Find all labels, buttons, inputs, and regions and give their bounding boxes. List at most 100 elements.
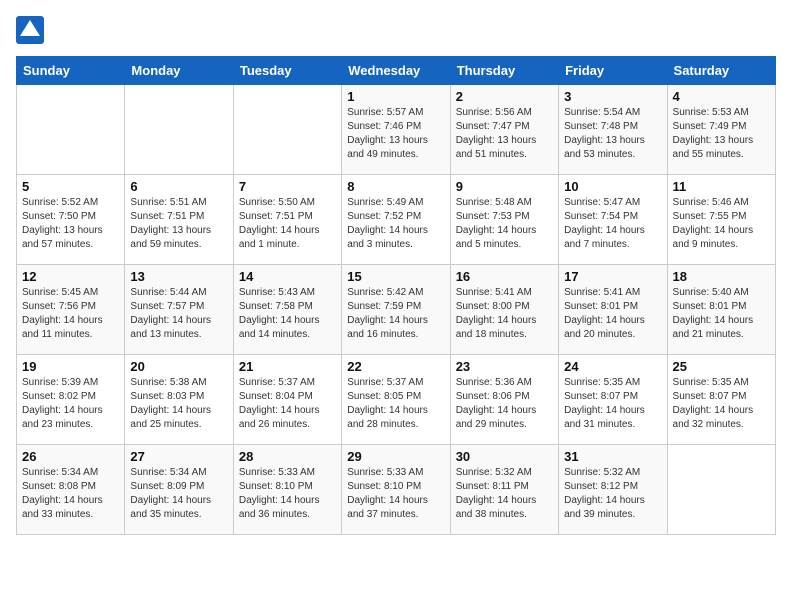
day-number: 30 — [456, 449, 553, 464]
calendar-cell: 31 Sunrise: 5:32 AM Sunset: 8:12 PM Dayli… — [559, 445, 667, 535]
day-info: Sunrise: 5:42 AM Sunset: 7:59 PM Dayligh… — [347, 286, 444, 342]
day-info: Sunrise: 5:50 AM Sunset: 7:51 PM Dayligh… — [239, 196, 336, 252]
day-number: 15 — [347, 269, 444, 284]
calendar-cell: 24Sunrise: 5:35 AM Sunset: 8:07 PM Dayli… — [559, 355, 667, 445]
day-number: 13 — [130, 269, 227, 284]
day-info: Sunrise: 5:35 AM Sunset: 8:07 PM Dayligh… — [673, 376, 770, 432]
calendar-cell — [17, 85, 125, 175]
day-number: 25 — [673, 359, 770, 374]
day-of-week-header: Sunday — [17, 57, 125, 85]
day-info: Sunrise: 5:46 AM Sunset: 7:55 PM Dayligh… — [673, 196, 770, 252]
day-info: Sunrise: 5:38 AM Sunset: 8:03 PM Dayligh… — [130, 376, 227, 432]
calendar-cell: 20 Sunrise: 5:38 AM Sunset: 8:03 PM Dayli… — [125, 355, 233, 445]
calendar-cell: 2 Sunrise: 5:56 AM Sunset: 7:47 PM Daylig… — [450, 85, 558, 175]
calendar-cell: 25 Sunrise: 5:35 AM Sunset: 8:07 PM Dayli… — [667, 355, 775, 445]
day-info: Sunrise: 5:39 AM Sunset: 8:02 PM Dayligh… — [22, 376, 119, 432]
calendar-cell: 18Sunrise: 5:40 AM Sunset: 8:01 PM Dayli… — [667, 265, 775, 355]
day-info: Sunrise: 5:54 AM Sunset: 7:48 PM Dayligh… — [564, 106, 661, 162]
calendar-cell: 1 Sunrise: 5:57 AM Sunset: 7:46 PM Daylig… — [342, 85, 450, 175]
calendar-cell: 14 Sunrise: 5:43 AM Sunset: 7:58 PM Dayli… — [233, 265, 341, 355]
day-info: Sunrise: 5:33 AM Sunset: 8:10 PM Dayligh… — [347, 466, 444, 522]
calendar-cell: 11 Sunrise: 5:46 AM Sunset: 7:55 PM Dayli… — [667, 175, 775, 265]
day-number: 8 — [347, 179, 444, 194]
day-info: Sunrise: 5:45 AM Sunset: 7:56 PM Dayligh… — [22, 286, 119, 342]
day-number: 9 — [456, 179, 553, 194]
day-of-week-header: Monday — [125, 57, 233, 85]
day-number: 11 — [673, 179, 770, 194]
calendar-cell: 10 Sunrise: 5:47 AM Sunset: 7:54 PM Dayli… — [559, 175, 667, 265]
calendar-cell: 7 Sunrise: 5:50 AM Sunset: 7:51 PM Daylig… — [233, 175, 341, 265]
day-info: Sunrise: 5:57 AM Sunset: 7:46 PM Dayligh… — [347, 106, 444, 162]
day-info: Sunrise: 5:52 AM Sunset: 7:50 PM Dayligh… — [22, 196, 119, 252]
calendar-cell: 8 Sunrise: 5:49 AM Sunset: 7:52 PM Daylig… — [342, 175, 450, 265]
calendar-week-row: 19 Sunrise: 5:39 AM Sunset: 8:02 PM Dayli… — [17, 355, 776, 445]
day-number: 2 — [456, 89, 553, 104]
day-of-week-header: Saturday — [667, 57, 775, 85]
calendar-week-row: 5 Sunrise: 5:52 AM Sunset: 7:50 PM Daylig… — [17, 175, 776, 265]
day-number: 29 — [347, 449, 444, 464]
calendar-cell — [125, 85, 233, 175]
calendar-cell — [667, 445, 775, 535]
calendar-cell: 29 Sunrise: 5:33 AM Sunset: 8:10 PM Dayli… — [342, 445, 450, 535]
calendar-cell: 28 Sunrise: 5:33 AM Sunset: 8:10 PM Dayli… — [233, 445, 341, 535]
calendar-cell: 4Sunrise: 5:53 AM Sunset: 7:49 PM Daylig… — [667, 85, 775, 175]
day-of-week-header: Thursday — [450, 57, 558, 85]
calendar-cell: 9 Sunrise: 5:48 AM Sunset: 7:53 PM Daylig… — [450, 175, 558, 265]
calendar-cell: 23Sunrise: 5:36 AM Sunset: 8:06 PM Dayli… — [450, 355, 558, 445]
calendar-cell: 3Sunrise: 5:54 AM Sunset: 7:48 PM Daylig… — [559, 85, 667, 175]
day-number: 19 — [22, 359, 119, 374]
day-info: Sunrise: 5:36 AM Sunset: 8:06 PM Dayligh… — [456, 376, 553, 432]
day-info: Sunrise: 5:33 AM Sunset: 8:10 PM Dayligh… — [239, 466, 336, 522]
calendar-cell: 12 Sunrise: 5:45 AM Sunset: 7:56 PM Dayli… — [17, 265, 125, 355]
day-number: 7 — [239, 179, 336, 194]
calendar-cell: 5 Sunrise: 5:52 AM Sunset: 7:50 PM Daylig… — [17, 175, 125, 265]
calendar-week-row: 1 Sunrise: 5:57 AM Sunset: 7:46 PM Daylig… — [17, 85, 776, 175]
day-number: 14 — [239, 269, 336, 284]
day-info: Sunrise: 5:56 AM Sunset: 7:47 PM Dayligh… — [456, 106, 553, 162]
day-info: Sunrise: 5:44 AM Sunset: 7:57 PM Dayligh… — [130, 286, 227, 342]
calendar-cell: 26Sunrise: 5:34 AM Sunset: 8:08 PM Dayli… — [17, 445, 125, 535]
day-info: Sunrise: 5:51 AM Sunset: 7:51 PM Dayligh… — [130, 196, 227, 252]
calendar-table: SundayMondayTuesdayWednesdayThursdayFrid… — [16, 56, 776, 535]
day-number: 28 — [239, 449, 336, 464]
day-info: Sunrise: 5:32 AM Sunset: 8:12 PM Dayligh… — [564, 466, 661, 522]
day-info: Sunrise: 5:34 AM Sunset: 8:08 PM Dayligh… — [22, 466, 119, 522]
logo — [16, 16, 48, 44]
day-number: 4 — [673, 89, 770, 104]
day-number: 12 — [22, 269, 119, 284]
day-number: 10 — [564, 179, 661, 194]
day-number: 1 — [347, 89, 444, 104]
calendar-cell: 13 Sunrise: 5:44 AM Sunset: 7:57 PM Dayli… — [125, 265, 233, 355]
day-info: Sunrise: 5:49 AM Sunset: 7:52 PM Dayligh… — [347, 196, 444, 252]
calendar-cell: 6 Sunrise: 5:51 AM Sunset: 7:51 PM Daylig… — [125, 175, 233, 265]
calendar-header-row: SundayMondayTuesdayWednesdayThursdayFrid… — [17, 57, 776, 85]
day-info: Sunrise: 5:43 AM Sunset: 7:58 PM Dayligh… — [239, 286, 336, 342]
day-number: 21 — [239, 359, 336, 374]
day-info: Sunrise: 5:41 AM Sunset: 8:00 PM Dayligh… — [456, 286, 553, 342]
day-info: Sunrise: 5:34 AM Sunset: 8:09 PM Dayligh… — [130, 466, 227, 522]
day-number: 18 — [673, 269, 770, 284]
day-info: Sunrise: 5:37 AM Sunset: 8:04 PM Dayligh… — [239, 376, 336, 432]
day-number: 27 — [130, 449, 227, 464]
calendar-cell: 22Sunrise: 5:37 AM Sunset: 8:05 PM Dayli… — [342, 355, 450, 445]
calendar-cell: 27 Sunrise: 5:34 AM Sunset: 8:09 PM Dayli… — [125, 445, 233, 535]
page-header — [16, 16, 776, 44]
calendar-cell: 15 Sunrise: 5:42 AM Sunset: 7:59 PM Dayli… — [342, 265, 450, 355]
calendar-week-row: 12 Sunrise: 5:45 AM Sunset: 7:56 PM Dayli… — [17, 265, 776, 355]
calendar-cell: 16Sunrise: 5:41 AM Sunset: 8:00 PM Dayli… — [450, 265, 558, 355]
day-info: Sunrise: 5:32 AM Sunset: 8:11 PM Dayligh… — [456, 466, 553, 522]
day-number: 20 — [130, 359, 227, 374]
day-number: 31 — [564, 449, 661, 464]
day-number: 22 — [347, 359, 444, 374]
day-number: 6 — [130, 179, 227, 194]
day-info: Sunrise: 5:48 AM Sunset: 7:53 PM Dayligh… — [456, 196, 553, 252]
logo-icon — [16, 16, 44, 44]
day-of-week-header: Friday — [559, 57, 667, 85]
day-of-week-header: Tuesday — [233, 57, 341, 85]
calendar-cell: 21 Sunrise: 5:37 AM Sunset: 8:04 PM Dayli… — [233, 355, 341, 445]
day-info: Sunrise: 5:47 AM Sunset: 7:54 PM Dayligh… — [564, 196, 661, 252]
day-number: 5 — [22, 179, 119, 194]
calendar-cell: 30 Sunrise: 5:32 AM Sunset: 8:11 PM Dayli… — [450, 445, 558, 535]
calendar-week-row: 26Sunrise: 5:34 AM Sunset: 8:08 PM Dayli… — [17, 445, 776, 535]
day-of-week-header: Wednesday — [342, 57, 450, 85]
